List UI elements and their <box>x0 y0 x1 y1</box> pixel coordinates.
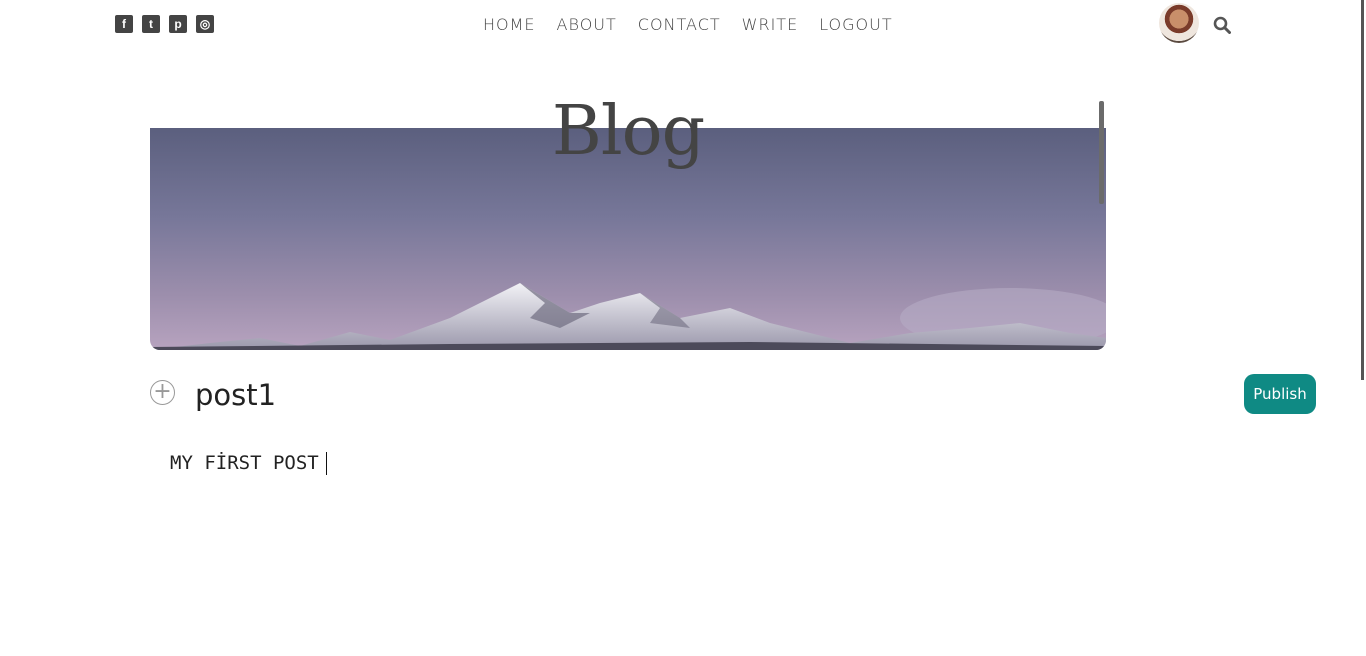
user-avatar[interactable] <box>1159 3 1199 43</box>
main-nav: HOME ABOUT CONTACT WRITE LOGOUT <box>483 15 893 34</box>
publish-button[interactable]: Publish <box>1244 374 1316 414</box>
nav-write[interactable]: WRITE <box>742 15 799 34</box>
facebook-icon[interactable]: f <box>115 15 133 33</box>
nav-logout[interactable]: LOGOUT <box>819 15 892 34</box>
page-title: Blog <box>551 92 705 171</box>
nav-contact[interactable]: CONTACT <box>638 15 721 34</box>
nav-home[interactable]: HOME <box>483 15 536 34</box>
post-body-textarea[interactable]: MY FİRST POST <box>170 450 1070 600</box>
text-caret <box>326 452 327 475</box>
pinterest-icon[interactable]: p <box>169 15 187 33</box>
image-scrollbar[interactable] <box>1099 101 1104 204</box>
nav-about[interactable]: ABOUT <box>557 15 617 34</box>
page-scrollbar[interactable] <box>1361 0 1364 380</box>
instagram-icon[interactable]: ◎ <box>196 15 214 33</box>
add-media-button[interactable]: + <box>150 380 175 405</box>
top-bar: f t p ◎ HOME ABOUT CONTACT WRITE LOGOUT <box>0 0 1366 50</box>
social-links: f t p ◎ <box>115 15 214 33</box>
twitter-icon[interactable]: t <box>142 15 160 33</box>
post-title-input[interactable] <box>195 375 1095 415</box>
search-icon[interactable] <box>1213 16 1231 34</box>
